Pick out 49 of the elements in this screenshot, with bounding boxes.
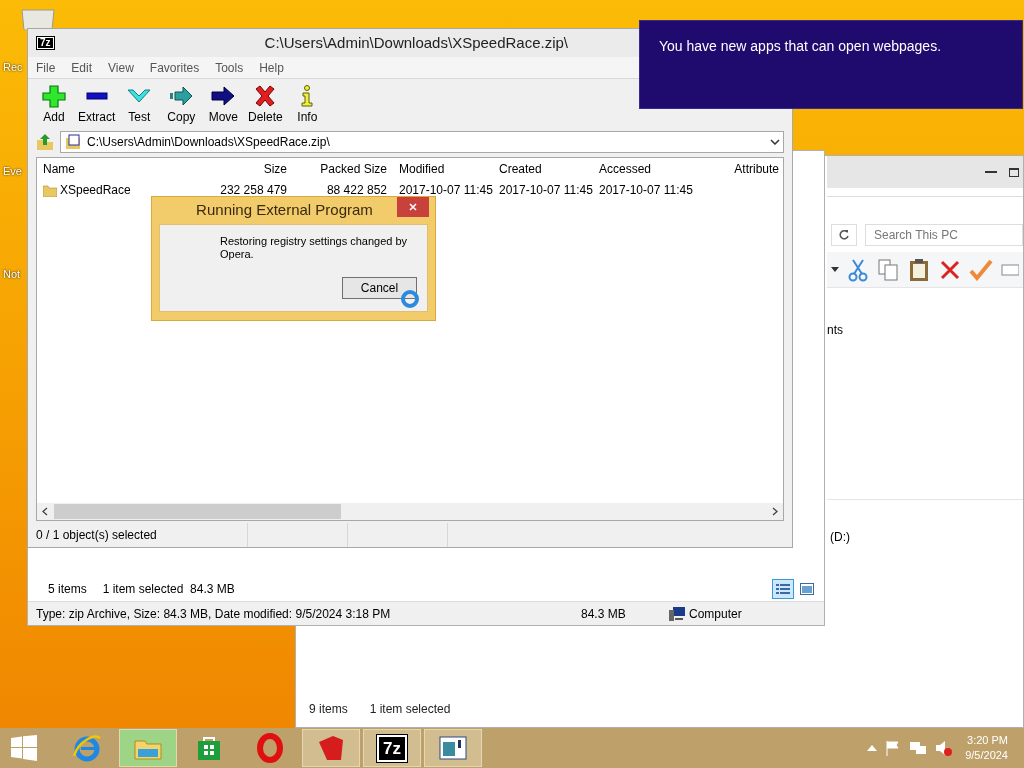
table-cell-text: 2017-10-07 11:45 bbox=[598, 182, 693, 199]
table-cell-text: 2017-10-07 11:45 bbox=[498, 182, 593, 199]
toolbar-button[interactable]: Add bbox=[36, 84, 72, 126]
column-header[interactable]: Name bbox=[43, 160, 215, 178]
menu-item[interactable]: Tools bbox=[215, 58, 244, 77]
menu-item[interactable]: Help bbox=[259, 58, 284, 77]
file-details: Type: zip Archive, Size: 84.3 MB, Date modified: 9/5/2024 3:18 PM bbox=[36, 605, 392, 623]
dialog-message: Restoring registry settings changed by Opera. bbox=[220, 235, 409, 261]
menu-item[interactable]: Favorites bbox=[149, 58, 200, 77]
selection-status: 1 item selected 84.3 MB bbox=[102, 581, 235, 598]
taskbar-app-button[interactable]: 7z bbox=[363, 729, 421, 767]
menu-item[interactable]: File bbox=[36, 58, 56, 77]
column-header[interactable]: Size bbox=[215, 160, 293, 178]
notification[interactable]: You have new apps that can open webpages. bbox=[639, 20, 1023, 109]
column-header[interactable]: Packed Size bbox=[293, 160, 393, 178]
table-cell-text: 88 422 852 bbox=[325, 182, 388, 199]
path-text: C:\Users\Admin\Downloads\XSpeedRace.zip\ bbox=[87, 134, 331, 151]
column-header[interactable]: Modified bbox=[393, 160, 493, 178]
file-size: 84.3 MB bbox=[581, 605, 627, 623]
search-field[interactable]: Search This PC bbox=[865, 224, 1023, 246]
cancel-button[interactable]: Cancel bbox=[342, 277, 417, 299]
folder-label[interactable]: nts bbox=[827, 321, 1023, 339]
toolbar-button[interactable]: Info bbox=[289, 84, 326, 126]
column-header[interactable]: Created bbox=[493, 160, 593, 178]
logo-text: 7z bbox=[377, 734, 407, 762]
column-header[interactable]: Attribute bbox=[693, 160, 783, 178]
menu-item[interactable]: Edit bbox=[71, 58, 93, 77]
toolbar-button[interactable]: Extract bbox=[78, 84, 116, 126]
item-count: 9 items bbox=[309, 701, 348, 718]
toolbar-button[interactable]: Test bbox=[121, 84, 158, 126]
toolbar-button[interactable]: Delete bbox=[247, 84, 284, 126]
app-logo: 7z bbox=[37, 37, 54, 49]
table-cell: XSpeedRace bbox=[43, 181, 215, 199]
toolbar-button[interactable]: Copy bbox=[163, 84, 200, 126]
table-cell-text: 2017-10-07 11:45 bbox=[398, 182, 493, 199]
column-header[interactable]: Accessed bbox=[593, 160, 693, 178]
window-title: C:\Users\Admin\Downloads\XSpeedRace.zip\ bbox=[264, 32, 569, 53]
menu-item[interactable]: View bbox=[108, 58, 134, 77]
item-count: 5 items bbox=[48, 581, 87, 598]
selection-status: 1 item selected bbox=[369, 701, 451, 718]
dialog-title: Running External Program bbox=[195, 200, 374, 221]
drive-label[interactable]: (D:) bbox=[830, 530, 850, 544]
location-label: Computer bbox=[689, 605, 742, 623]
notification-text: You have new apps that can open webpages. bbox=[659, 38, 942, 54]
toolbar-button[interactable]: Move bbox=[205, 84, 242, 126]
path-field[interactable]: C:\Users\Admin\Downloads\XSpeedRace.zip\ bbox=[60, 131, 784, 153]
table-cell-text: 232 258 479 bbox=[219, 182, 288, 199]
status-text: 0 / 1 object(s) selected bbox=[28, 523, 248, 547]
file-row[interactable]: XSpeedRace 232 258 479 88 422 852 2017-10-07 11:45 2017-10-07 11:45 2017-10-07 11:45 bbox=[37, 180, 783, 200]
